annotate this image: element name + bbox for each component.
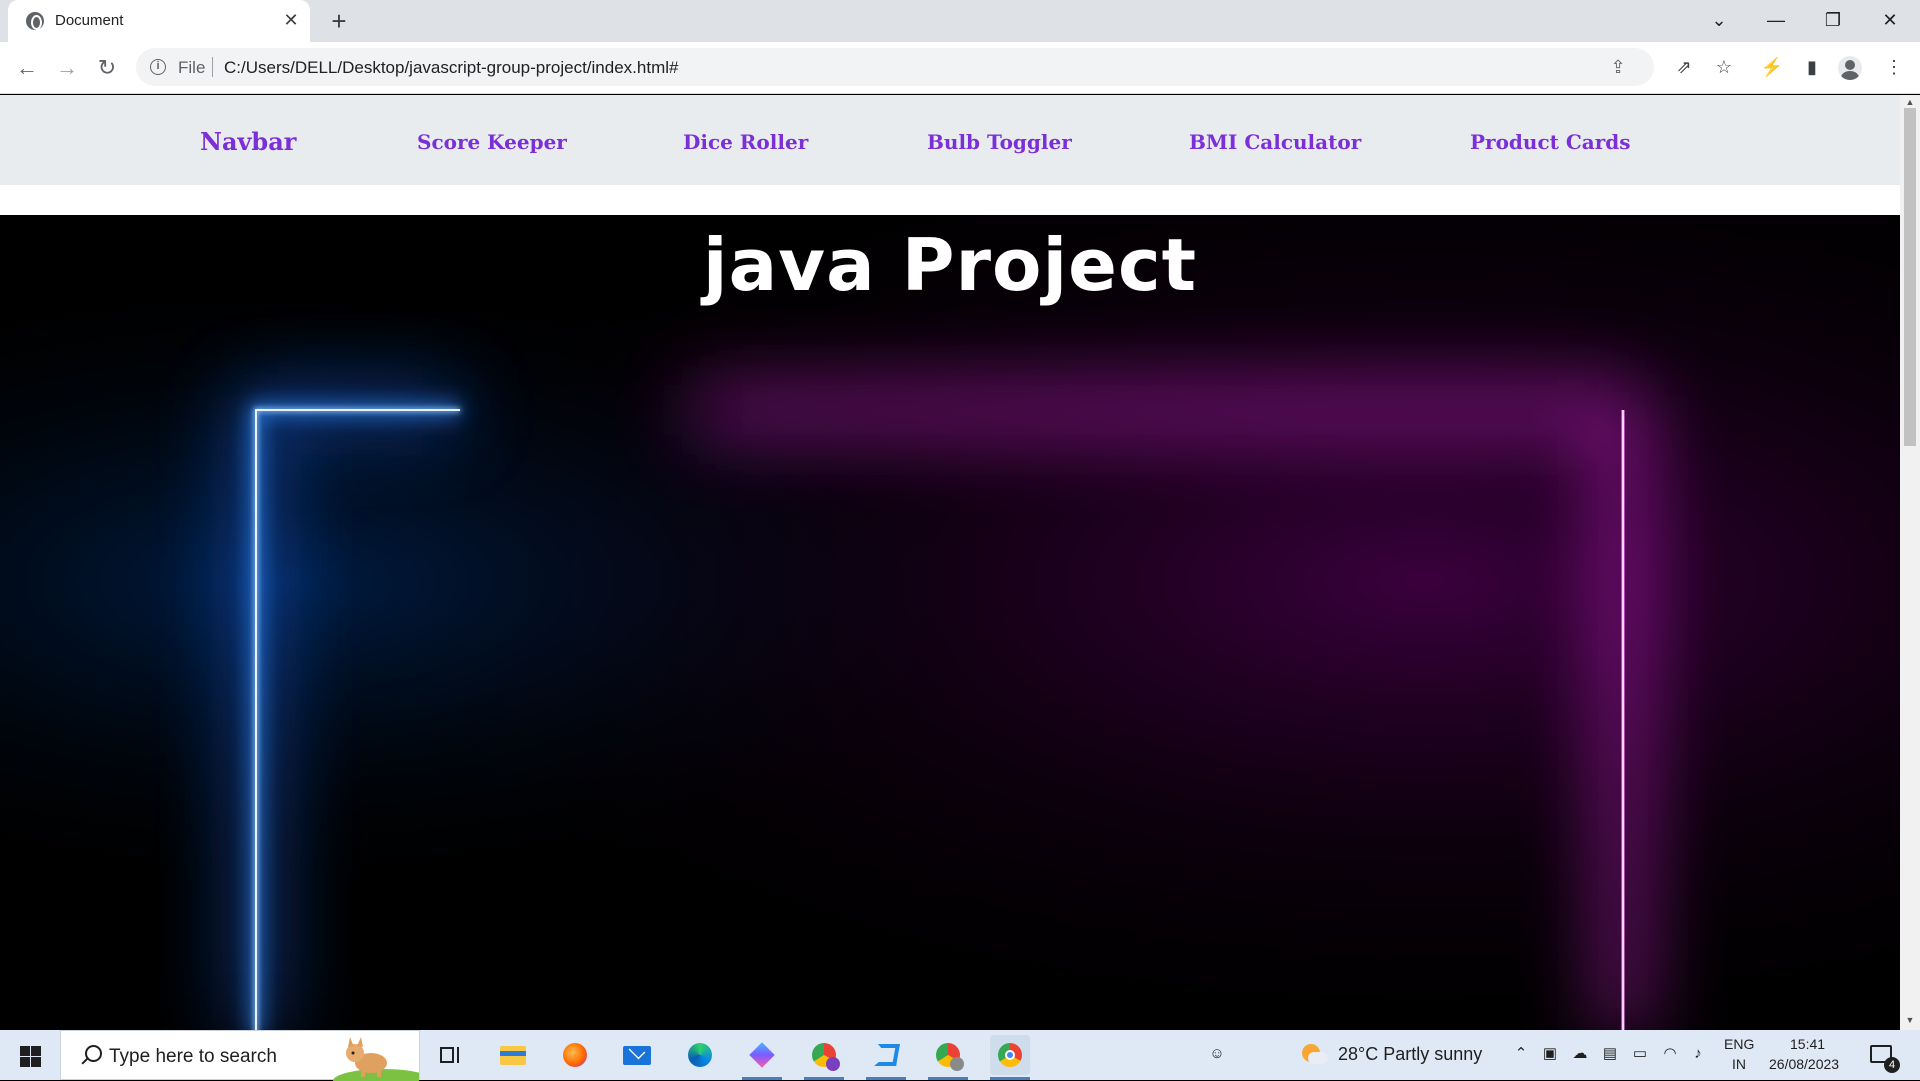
url-text[interactable]: C:/Users/DELL/Desktop/javascript-group-p…	[224, 58, 678, 78]
nav-link-score-keeper[interactable]: Score Keeper	[417, 130, 567, 154]
windows-start-icon[interactable]	[0, 1030, 60, 1080]
close-tab-icon[interactable]: ✕	[281, 10, 301, 30]
weather-sun-icon[interactable]	[1300, 1042, 1328, 1066]
volume-icon[interactable]: ♪	[1688, 1044, 1708, 1064]
minimize-button[interactable]: —	[1753, 4, 1799, 36]
share-icon[interactable]: ⇗	[1670, 53, 1698, 81]
chrome-icon[interactable]	[990, 1035, 1030, 1080]
info-icon[interactable]: i	[150, 59, 166, 75]
chrome-profile-2-icon[interactable]	[928, 1035, 968, 1080]
search-placeholder: Type here to search	[109, 1046, 277, 1067]
notifications-icon[interactable]: 4	[1868, 1041, 1900, 1073]
reload-icon[interactable]: ↻	[91, 52, 123, 84]
scroll-down-arrow-icon[interactable]: ▼	[1904, 1015, 1916, 1025]
spacer	[0, 185, 1900, 215]
language-region[interactable]: IN	[1732, 1056, 1746, 1072]
search-highlight-dog-icon	[333, 1037, 419, 1081]
language-indicator[interactable]: ENG	[1724, 1036, 1754, 1052]
onedrive-icon[interactable]: ☁	[1570, 1044, 1590, 1064]
forward-icon[interactable]: →	[51, 52, 83, 84]
task-view-icon[interactable]	[430, 1035, 470, 1075]
mail-icon[interactable]	[617, 1035, 657, 1075]
neon-frame-graphic	[0, 215, 1900, 1030]
tab-search-icon[interactable]: ⌄	[1696, 4, 1742, 36]
tab-strip: Document ✕ + ⌄ — ❐ ✕	[0, 0, 1920, 42]
address-bar[interactable]: i File C:/Users/DELL/Desktop/javascript-…	[136, 48, 1654, 86]
nav-link-bmi-calculator[interactable]: BMI Calculator	[1189, 130, 1361, 154]
divider	[212, 57, 213, 77]
restore-button[interactable]: ❐	[1810, 4, 1856, 36]
hero-title: java Project	[702, 223, 1198, 307]
wifi-icon[interactable]: ◠	[1660, 1044, 1680, 1064]
notification-count-badge: 4	[1884, 1057, 1900, 1073]
page-viewport: Navbar Score Keeper Dice Roller Bulb Tog…	[0, 95, 1900, 1030]
firefox-icon[interactable]	[555, 1035, 595, 1075]
scroll-thumb[interactable]	[1904, 108, 1916, 446]
bookmark-star-icon[interactable]: ☆	[1710, 53, 1738, 81]
vscode-icon[interactable]	[866, 1035, 906, 1080]
clock-time[interactable]: 15:41	[1790, 1036, 1825, 1052]
close-window-button[interactable]: ✕	[1867, 4, 1913, 36]
scroll-up-arrow-icon[interactable]: ▲	[1904, 97, 1916, 107]
display-icon[interactable]: ▤	[1600, 1044, 1620, 1064]
navbar-brand[interactable]: Navbar	[200, 127, 296, 156]
windows-taskbar: Type here to search ☺ 28°C Partly sunny …	[0, 1030, 1920, 1081]
people-icon[interactable]: ☺	[1207, 1044, 1227, 1064]
edge-icon[interactable]	[680, 1035, 720, 1075]
weather-text[interactable]: 28°C Partly sunny	[1338, 1044, 1482, 1065]
nav-link-product-cards[interactable]: Product Cards	[1470, 130, 1630, 154]
side-panel-icon[interactable]: ▮	[1798, 53, 1826, 81]
hero-section: java Project	[0, 215, 1900, 1030]
scheme-label: File	[178, 58, 206, 77]
bookmark-star-icon[interactable]	[1614, 55, 1638, 79]
chrome-profile-icon[interactable]	[804, 1035, 844, 1080]
new-tab-button[interactable]: +	[325, 7, 353, 35]
browser-toolbar: ← → ↻ i File C:/Users/DELL/Desktop/javas…	[0, 42, 1920, 94]
clock-date[interactable]: 26/08/2023	[1769, 1056, 1839, 1072]
file-explorer-icon[interactable]	[493, 1035, 533, 1075]
site-navbar: Navbar Score Keeper Dice Roller Bulb Tog…	[0, 95, 1900, 185]
globe-icon	[26, 12, 44, 30]
battery-icon[interactable]: ▭	[1630, 1044, 1650, 1064]
menu-icon[interactable]: ⋮	[1880, 53, 1908, 81]
taskbar-search-input[interactable]: Type here to search	[60, 1030, 420, 1081]
tab-title: Document	[55, 12, 124, 29]
nav-link-bulb-toggler[interactable]: Bulb Toggler	[927, 130, 1072, 154]
chevron-up-icon[interactable]: ⌃	[1511, 1044, 1531, 1064]
back-icon[interactable]: ←	[11, 52, 43, 84]
nav-link-dice-roller[interactable]: Dice Roller	[683, 130, 808, 154]
extensions-icon[interactable]: ⚡	[1758, 53, 1786, 81]
page-scrollbar[interactable]: ▲ ▼	[1900, 95, 1920, 1030]
camera-icon[interactable]: ▣	[1540, 1044, 1560, 1064]
search-icon	[79, 1045, 102, 1067]
profile-icon[interactable]	[1838, 56, 1862, 80]
browser-tab[interactable]: Document ✕	[8, 0, 310, 42]
blue-diamond-app-icon[interactable]	[742, 1035, 782, 1080]
